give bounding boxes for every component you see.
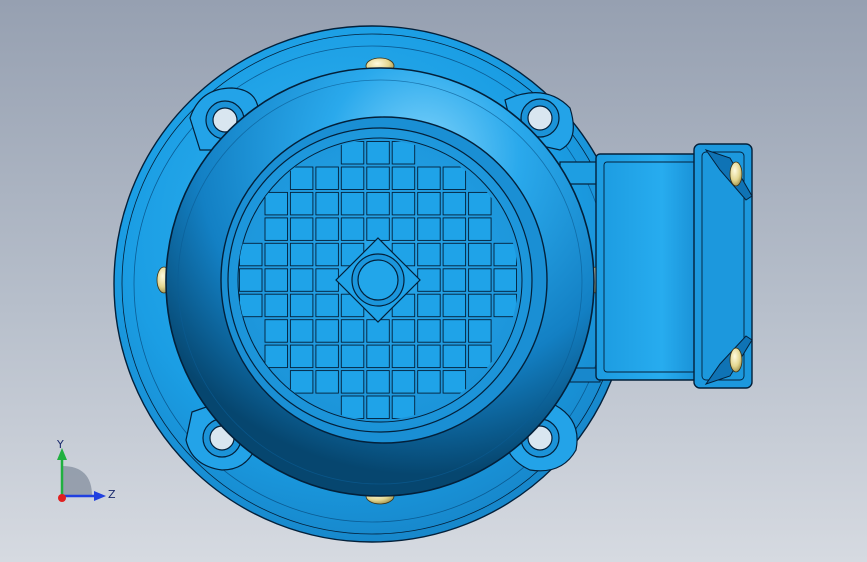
grille-cell: [366, 395, 390, 419]
grille-cell: [493, 268, 517, 292]
grille-cell: [315, 242, 339, 267]
grille-cell: [289, 191, 314, 216]
grille-cell: [264, 293, 288, 318]
grille-cell: [468, 293, 492, 318]
grille-cell: [391, 344, 416, 369]
grille-cell: [442, 319, 467, 343]
grille-cell: [239, 293, 263, 318]
grille-cell: [391, 217, 416, 241]
grille-cell: [315, 344, 339, 369]
triad-origin: [58, 494, 66, 502]
grille-cell: [340, 370, 365, 394]
grille-cell: [391, 319, 416, 343]
grille-cell: [391, 370, 416, 394]
grille-cell: [289, 217, 314, 241]
grille-cell: [264, 268, 288, 292]
grille-cell: [493, 242, 517, 267]
grille-cell: [315, 166, 339, 190]
grille-cell: [289, 319, 314, 343]
grille-cell: [340, 141, 365, 165]
z-axis-arrow: [94, 491, 106, 501]
grille-cell: [366, 344, 390, 369]
grille-cell: [289, 344, 314, 369]
grille-cell: [442, 217, 467, 241]
grille-cell: [289, 242, 314, 267]
grille-cell: [391, 395, 416, 419]
grille-cell: [340, 344, 365, 369]
grille-cell: [264, 217, 288, 241]
grille-cell: [264, 191, 288, 216]
grille-cell: [417, 268, 441, 292]
grille-cell: [264, 242, 288, 267]
grille-cell: [315, 370, 339, 394]
grille-cell: [417, 191, 441, 216]
grille-cell: [442, 293, 467, 318]
terminal-box: [595, 143, 753, 389]
grille-cell: [468, 242, 492, 267]
grille-cell: [391, 166, 416, 190]
grille-cell: [264, 319, 288, 343]
grille-cell: [315, 191, 339, 216]
grille-cell: [417, 319, 441, 343]
grille-cell: [315, 293, 339, 318]
grille-cell: [391, 141, 416, 165]
grille-cell: [264, 344, 288, 369]
grille-cell: [366, 370, 390, 394]
grille-cell: [468, 344, 492, 369]
motor-model[interactable]: [0, 0, 867, 562]
grille-cell: [366, 141, 390, 165]
grille-cell: [315, 319, 339, 343]
grille-cell: [340, 217, 365, 241]
grille-cell: [340, 319, 365, 343]
grille-cell: [289, 370, 314, 394]
grille-cell: [366, 191, 390, 216]
grille-cell: [340, 395, 365, 419]
grille-cell: [340, 191, 365, 216]
grille-cell: [468, 191, 492, 216]
grille-cell: [289, 293, 314, 318]
grille-cell: [468, 268, 492, 292]
grille-cell: [391, 191, 416, 216]
grille-cell: [417, 293, 441, 318]
grille-cell: [442, 344, 467, 369]
grille-cell: [442, 166, 467, 190]
grille-cell: [468, 319, 492, 343]
orientation-triad: Y Z: [56, 438, 116, 502]
grille-cell: [493, 293, 517, 318]
grille-cell: [289, 166, 314, 190]
grille-cell: [340, 166, 365, 190]
grille-cell: [417, 166, 441, 190]
grille-cell: [468, 217, 492, 241]
grille-cell: [417, 370, 441, 394]
grille-cell: [366, 319, 390, 343]
grille-cell: [315, 217, 339, 241]
grille-cell: [366, 217, 390, 241]
grille-cell: [315, 268, 339, 292]
grille-cell: [442, 191, 467, 216]
grille-cell: [442, 268, 467, 292]
grille-cell: [417, 217, 441, 241]
grille-cell: [417, 242, 441, 267]
y-axis-label: Y: [56, 438, 64, 451]
grille-cell: [442, 370, 467, 394]
grille-cell: [442, 242, 467, 267]
triad-plane-indicator: [62, 466, 92, 496]
z-axis-label: Z: [108, 488, 116, 501]
cad-viewport[interactable]: Y Z: [0, 0, 867, 562]
grille-cell: [366, 166, 390, 190]
grille-cell: [239, 242, 263, 267]
grille-cell: [289, 268, 314, 292]
grille-cell: [239, 268, 263, 292]
grille-cell: [417, 344, 441, 369]
